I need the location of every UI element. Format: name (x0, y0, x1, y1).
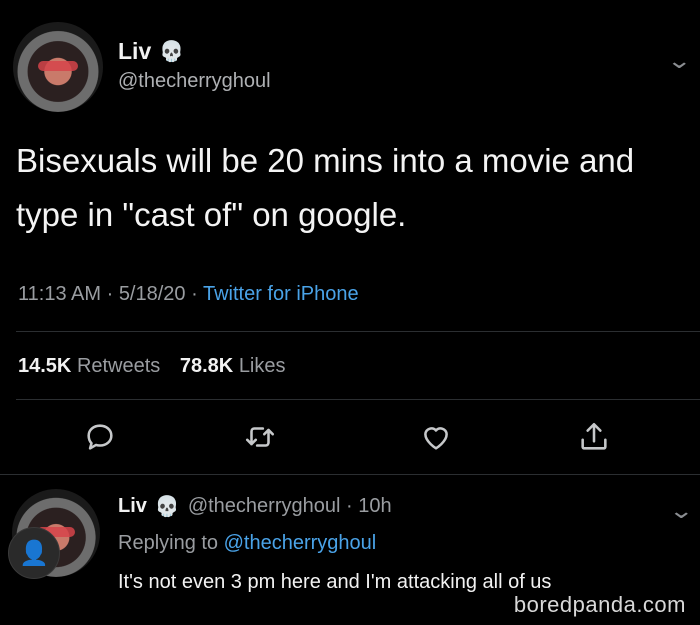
chevron-down-icon[interactable]: ⌄ (666, 48, 692, 74)
display-name[interactable]: Liv (118, 38, 151, 65)
retweets-label[interactable]: Retweets (77, 355, 160, 377)
tweet-text-line-1: Bisexuals will be 20 mins into a movie a… (16, 142, 635, 179)
replying-to: Replying to @thecherryghoul (118, 532, 376, 555)
reply-handle-time[interactable]: @thecherryghoul · 10h (188, 495, 392, 518)
tweet-meta: 11:13 AM · 5/18/20 · Twitter for iPhone (18, 283, 359, 306)
main-tweet: Liv 💀 @thecherryghoul ⌄ Bisexuals will b… (0, 0, 700, 470)
tweet-text-line-2: type in "cast of" on google. (16, 196, 407, 233)
divider (16, 399, 700, 400)
replying-prefix: Replying to (118, 532, 224, 554)
tweet-date: 5/18/20 (118, 283, 186, 305)
tweet-actions (0, 420, 700, 460)
reply-text: It's not even 3 pm here and I'm attackin… (118, 571, 552, 593)
skull-emoji: 💀 (154, 495, 180, 518)
watermark: boredpanda.com (513, 592, 686, 617)
likes-count[interactable]: 78.8K (180, 355, 233, 377)
meta-separator: · (101, 283, 119, 305)
tweet-stats: 14.5K Retweets 78.8K Likes (18, 355, 300, 378)
skull-emoji: 💀 (159, 40, 185, 63)
retweet-icon[interactable] (243, 420, 277, 454)
like-icon[interactable] (419, 420, 453, 454)
handle[interactable]: @thecherryghoul (118, 70, 271, 93)
chevron-down-icon[interactable]: ⌄ (668, 498, 694, 524)
reply-name-row: Liv 💀 @thecherryghoul · 10h (118, 495, 392, 518)
user-icon: 👤 (8, 527, 60, 579)
tweet-time: 11:13 AM (18, 283, 102, 305)
reply-display-name[interactable]: Liv (118, 495, 147, 518)
share-icon[interactable] (577, 420, 611, 454)
divider (16, 331, 700, 332)
tweet-text: Bisexuals will be 20 mins into a movie a… (16, 134, 686, 242)
replying-mention[interactable]: @thecherryghoul (224, 532, 377, 554)
meta-separator: · (185, 283, 203, 305)
likes-label[interactable]: Likes (239, 355, 286, 377)
retweets-count[interactable]: 14.5K (18, 355, 71, 377)
avatar[interactable] (13, 22, 103, 112)
tweet-source[interactable]: Twitter for iPhone (203, 283, 359, 305)
reply-icon[interactable] (83, 420, 117, 454)
name-row: Liv 💀 (118, 38, 184, 65)
